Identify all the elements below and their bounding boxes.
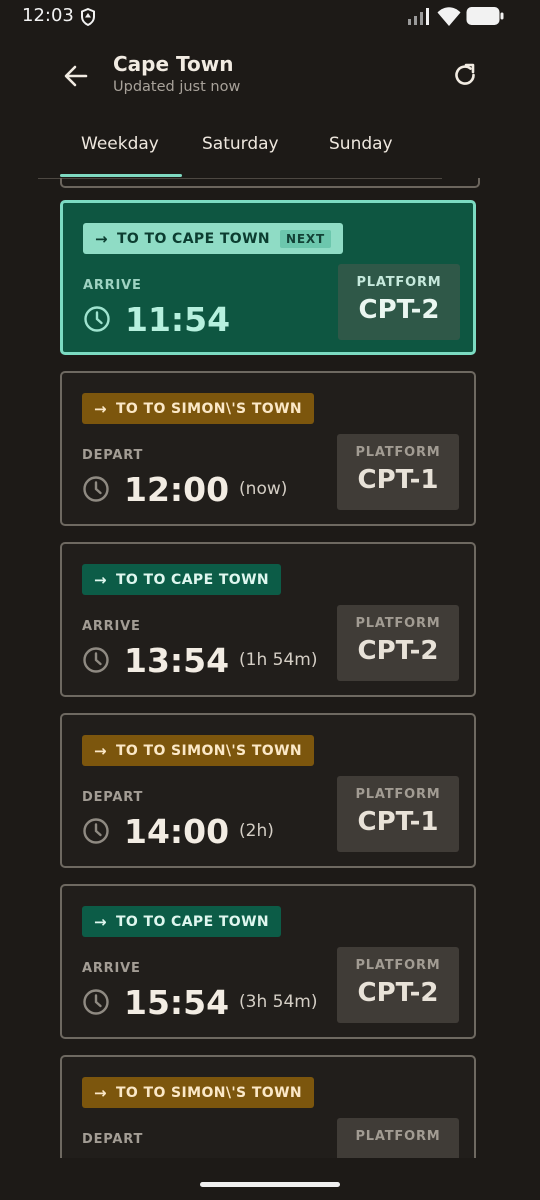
trip-card[interactable]: → TO TO SIMON\'S TOWN DEPART PLATFORM — [60, 1055, 476, 1158]
platform-label: PLATFORM — [355, 445, 441, 460]
time-row: 14:00 (2h) — [82, 807, 274, 855]
destination-label: TO TO CAPE TOWN — [115, 571, 270, 588]
time-row: 13:54 (1h 54m) — [82, 636, 318, 684]
direction-label: DEPART — [82, 448, 144, 463]
platform-label: PLATFORM — [355, 1129, 441, 1144]
trip-card[interactable]: → TO TO CAPE TOWN ARRIVE 15:54 (3h 54m) … — [60, 884, 476, 1039]
platform-label: PLATFORM — [355, 787, 441, 802]
day-tabs: Weekday Saturday Sunday — [38, 122, 442, 179]
destination-badge: → TO TO SIMON\'S TOWN — [82, 735, 315, 766]
next-badge: NEXT — [280, 229, 331, 248]
arrow-right-icon: → — [94, 741, 107, 760]
tab-saturday[interactable]: Saturday — [202, 134, 279, 154]
trip-time: 12:00 — [124, 469, 230, 509]
direction-label: DEPART — [82, 790, 144, 805]
arrow-left-icon[interactable] — [60, 60, 92, 92]
previous-card-edge — [60, 178, 480, 188]
arrow-right-icon: → — [95, 229, 108, 248]
trip-time: 13:54 — [124, 640, 230, 680]
platform-value: CPT-2 — [358, 295, 440, 325]
platform-value: CPT-1 — [357, 465, 439, 495]
platform-box: PLATFORM CPT-2 — [337, 605, 459, 681]
platform-label: PLATFORM — [355, 958, 441, 973]
direction-label: ARRIVE — [82, 961, 141, 976]
trip-time: 11:54 — [125, 299, 231, 339]
shield-icon — [81, 8, 95, 26]
status-bar: 12:03 — [0, 0, 540, 34]
direction-label: ARRIVE — [82, 619, 141, 634]
arrow-right-icon: → — [94, 912, 107, 931]
refresh-icon[interactable] — [450, 60, 480, 90]
home-indicator[interactable] — [200, 1182, 340, 1187]
page-title: Cape Town — [113, 52, 234, 76]
trip-card[interactable]: → TO TO SIMON\'S TOWN DEPART 12:00 (now)… — [60, 371, 476, 526]
destination-label: TO TO CAPE TOWN — [116, 230, 271, 247]
arrow-right-icon: → — [94, 570, 107, 589]
page-subtitle: Updated just now — [113, 79, 241, 95]
time-row: 12:00 (now) — [82, 465, 287, 513]
clock-icon — [84, 306, 110, 332]
app-header: Cape Town Updated just now — [0, 34, 540, 118]
platform-value: CPT-1 — [357, 807, 439, 837]
platform-value: CPT-2 — [357, 636, 439, 666]
platform-box: PLATFORM — [337, 1118, 459, 1158]
tab-weekday[interactable]: Weekday — [81, 134, 159, 154]
trip-card[interactable]: → TO TO SIMON\'S TOWN DEPART 14:00 (2h) … — [60, 713, 476, 868]
relative-time: (1h 54m) — [239, 650, 318, 670]
destination-label: TO TO SIMON\'S TOWN — [115, 742, 303, 759]
platform-label: PLATFORM — [356, 275, 442, 290]
clock-icon — [83, 647, 109, 673]
relative-time: (2h) — [239, 821, 274, 841]
arrow-right-icon: → — [94, 399, 107, 418]
platform-box: PLATFORM CPT-1 — [337, 776, 459, 852]
destination-label: TO TO SIMON\'S TOWN — [115, 1084, 303, 1101]
platform-box: PLATFORM CPT-2 — [337, 947, 459, 1023]
battery-icon — [466, 7, 504, 25]
status-time: 12:03 — [22, 5, 74, 26]
relative-time: (now) — [239, 479, 288, 499]
destination-badge: → TO TO CAPE TOWN — [82, 564, 282, 595]
clock-icon — [83, 989, 109, 1015]
destination-label: TO TO SIMON\'S TOWN — [115, 400, 303, 417]
tab-sunday[interactable]: Sunday — [329, 134, 393, 154]
trip-list[interactable]: → TO TO CAPE TOWN NEXT ARRIVE 11:54 PLAT… — [0, 178, 540, 1158]
signal-icon — [408, 8, 429, 25]
arrow-right-icon: → — [94, 1083, 107, 1102]
trip-card[interactable]: → TO TO CAPE TOWN ARRIVE 13:54 (1h 54m) … — [60, 542, 476, 697]
platform-box: PLATFORM CPT-2 — [338, 264, 460, 340]
time-row: 15:54 (3h 54m) — [82, 978, 318, 1026]
destination-badge: → TO TO CAPE TOWN NEXT — [83, 223, 343, 254]
wifi-icon — [437, 7, 461, 26]
relative-time: (3h 54m) — [239, 992, 318, 1012]
direction-label: DEPART — [82, 1132, 144, 1147]
active-tab-indicator — [60, 174, 182, 177]
clock-icon — [83, 476, 109, 502]
trip-time: 14:00 — [124, 811, 230, 851]
destination-label: TO TO CAPE TOWN — [115, 913, 270, 930]
destination-badge: → TO TO SIMON\'S TOWN — [82, 393, 315, 424]
destination-badge: → TO TO CAPE TOWN — [82, 906, 282, 937]
time-row: 11:54 — [83, 295, 230, 343]
platform-box: PLATFORM CPT-1 — [337, 434, 459, 510]
trip-card[interactable]: → TO TO CAPE TOWN NEXT ARRIVE 11:54 PLAT… — [60, 200, 476, 355]
platform-value: CPT-2 — [357, 978, 439, 1008]
clock-icon — [83, 818, 109, 844]
direction-label: ARRIVE — [83, 278, 142, 293]
platform-label: PLATFORM — [355, 616, 441, 631]
destination-badge: → TO TO SIMON\'S TOWN — [82, 1077, 315, 1108]
trip-time: 15:54 — [124, 982, 230, 1022]
